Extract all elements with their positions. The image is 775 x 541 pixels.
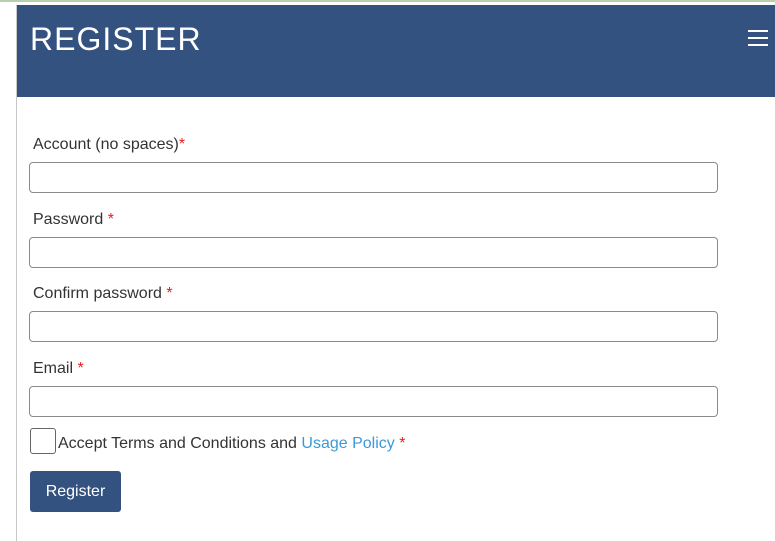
- terms-checkbox[interactable]: [30, 428, 56, 454]
- account-label-text: Account (no spaces): [33, 136, 179, 153]
- password-label-text: Password: [33, 211, 104, 228]
- terms-text: Accept Terms and Conditions and: [58, 435, 302, 452]
- register-button[interactable]: Register: [30, 471, 121, 512]
- email-label-text: Email: [33, 360, 74, 377]
- password-label: Password *: [33, 212, 114, 228]
- required-mark: *: [77, 360, 84, 377]
- email-input[interactable]: [29, 386, 718, 417]
- required-mark: *: [166, 285, 173, 302]
- usage-policy-link[interactable]: Usage Policy: [301, 435, 394, 452]
- confirm-password-label: Confirm password *: [33, 286, 173, 302]
- confirm-password-label-text: Confirm password: [33, 285, 162, 302]
- account-input[interactable]: [29, 162, 718, 193]
- register-header: REGISTER: [17, 5, 775, 97]
- page-title: REGISTER: [30, 21, 202, 57]
- account-label: Account (no spaces)*: [33, 137, 185, 153]
- hamburger-menu-icon[interactable]: [748, 30, 768, 46]
- password-input[interactable]: [29, 237, 718, 268]
- confirm-password-input[interactable]: [29, 311, 718, 342]
- required-mark: *: [399, 435, 406, 452]
- email-label: Email *: [33, 361, 84, 377]
- required-mark: *: [107, 211, 114, 228]
- required-mark: *: [178, 136, 186, 153]
- terms-label: Accept Terms and Conditions and Usage Po…: [58, 436, 405, 452]
